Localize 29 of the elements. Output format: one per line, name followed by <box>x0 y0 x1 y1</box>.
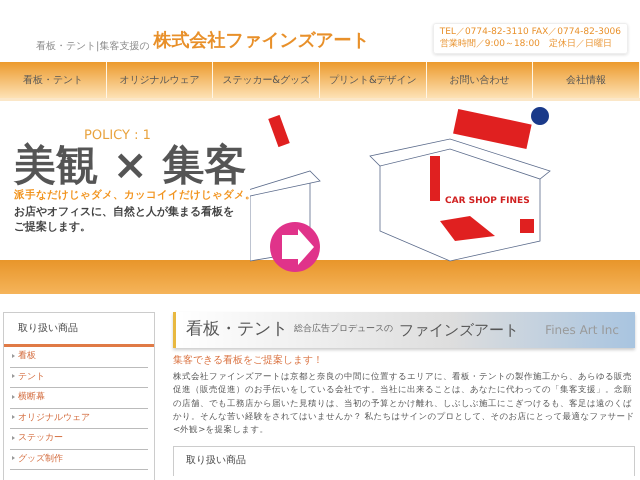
nav-link[interactable]: 看板・テント <box>0 62 107 98</box>
body-paragraph: 株式会社ファインズアートは京都と奈良の中間に位置するエリアに、看板・テントの製作施工から、あらゆる販売促進（販売促進）のお手伝いをしている会社です。当社に出来ることは、あなたに代わっての「集客支援」。念願の店舗、でも工務店から届いた見積りは、当初の予算とかけ離れ、しぶしぶ施工にこぎつけるも、客足は遠のくばかり。そんな苦い経験をされてはいませんか？ 私たちはサインのプロとして、そのお店にとって最適なファサード<外観>を提案します。 <box>173 371 635 438</box>
watermark-text: Fines Art Inc <box>545 322 619 339</box>
nav-link[interactable]: プリント&デザイン <box>320 62 427 98</box>
sidebar-link[interactable]: グッズ制作 <box>10 450 148 470</box>
company-logo: 株式会社ファインズアート <box>153 29 370 53</box>
nav-link[interactable]: 会社情報 <box>533 62 640 98</box>
contact-info: TEL／0774-82-3110 FAX／0774-82-3006 営業時間／9:00～18:00 定休日／日曜日 <box>432 22 628 54</box>
shop-sign: CAR SHOP FINES <box>445 196 530 206</box>
nav-link[interactable]: お問い合わせ <box>426 62 534 98</box>
page-subtitle: 総合広告プロデュースの <box>294 323 393 336</box>
banner-lead: お店やオフィスに、自然と人が集まる看板をご提案します。 <box>14 204 234 235</box>
sidebar-title: 取り扱い商品 <box>4 313 154 347</box>
sidebar-link[interactable]: ステッカー <box>10 429 148 450</box>
nav-link[interactable]: オリジナルウェア <box>106 62 214 98</box>
site-tagline: 看板・テント|集客支援の <box>36 40 150 54</box>
policy-label: POLICY : 1 <box>84 129 152 142</box>
content-heading: 集客できる看板をご提案します！ <box>173 354 324 368</box>
sidebar-link[interactable]: オリジナルウェア <box>10 408 148 429</box>
sidebar-link[interactable]: テント <box>10 368 148 388</box>
brand-name: ファインズアート <box>399 320 519 341</box>
banner-catchphrase: 派手なだけじゃダメ、カッコイイだけじゃダメ。 <box>14 188 254 204</box>
sidebar-link[interactable]: 看板 <box>10 347 148 368</box>
page-title: 看板・テント <box>186 318 288 342</box>
section-title: 取り扱い商品 <box>186 454 246 466</box>
nav-link[interactable]: ステッカー&グッズ <box>213 62 320 98</box>
sidebar-link[interactable]: 横断幕 <box>10 388 148 408</box>
play-icon[interactable] <box>270 222 320 272</box>
banner-headline: 美観 × 集客 <box>14 142 248 188</box>
